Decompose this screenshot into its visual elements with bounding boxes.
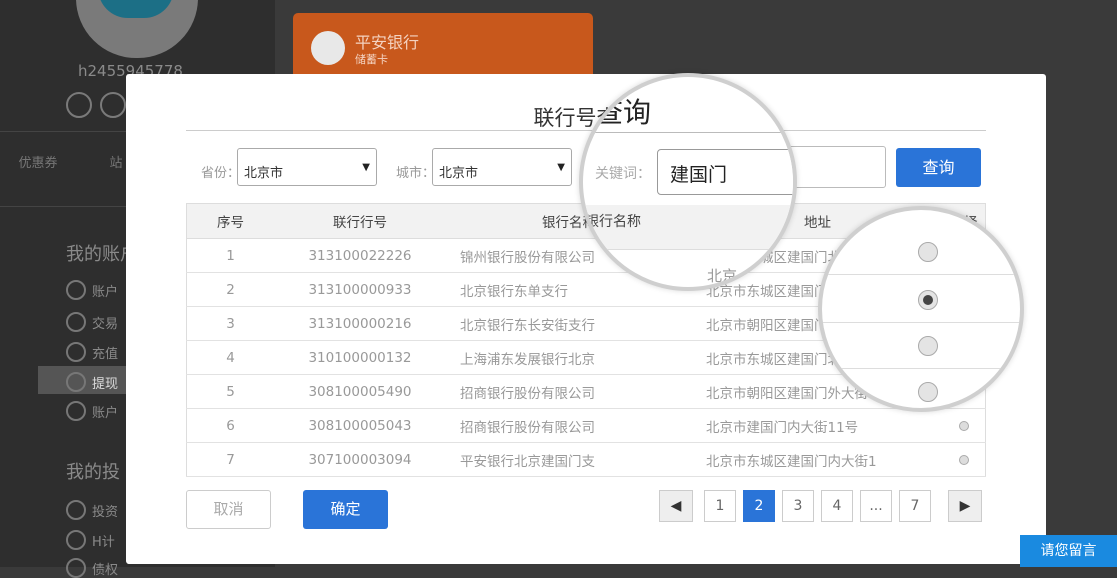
- select-radio[interactable]: [959, 454, 969, 465]
- row-code: 308100005043: [274, 408, 446, 443]
- dropdown-arrow-icon: ▼: [557, 162, 565, 173]
- nav-item-withdraw[interactable]: 提现: [66, 372, 118, 392]
- col-header-no: 序号: [186, 203, 274, 239]
- magnified-title: 查询: [595, 96, 652, 129]
- confirm-button[interactable]: 确定: [303, 490, 388, 529]
- trade-icon: [66, 312, 86, 332]
- recharge-icon: [66, 342, 86, 362]
- magnified-keyword-input: 建国门: [657, 149, 793, 195]
- bank-logo-icon: [311, 31, 345, 65]
- row-no: 5: [186, 374, 274, 409]
- row-bank-name: 招商银行股份有限公司: [446, 408, 692, 443]
- row-code: 313100000216: [274, 306, 446, 341]
- row-bank-name: 上海浦东发展银行北京: [446, 340, 692, 375]
- query-button[interactable]: 查询: [896, 148, 981, 187]
- nav-item-account[interactable]: 账户: [66, 280, 118, 300]
- next-page-button[interactable]: ▶: [948, 490, 982, 522]
- row-code: 310100000132: [274, 340, 446, 375]
- page-ellipsis: ...: [860, 490, 892, 522]
- prev-page-button[interactable]: ◀: [659, 490, 693, 522]
- row-no: 7: [186, 442, 274, 477]
- row-code: 307100003094: [274, 442, 446, 477]
- nav-item-trade[interactable]: 交易: [66, 312, 118, 332]
- page-button-4[interactable]: 4: [821, 490, 853, 522]
- debt-icon: [66, 558, 86, 578]
- bank-card[interactable]: 平安银行 储蓄卡: [293, 13, 593, 83]
- row-bank-name: 北京银行东长安街支行: [446, 306, 692, 341]
- dropdown-arrow-icon: ▼: [362, 162, 370, 173]
- row-address: 北京市建国门内大街11号: [692, 408, 943, 443]
- row-code: 313100022226: [274, 238, 446, 273]
- row-select: [943, 408, 986, 443]
- select-radio[interactable]: [959, 420, 969, 431]
- nav-item-recharge[interactable]: 充值: [66, 342, 118, 362]
- magnified-addr: 北京: [707, 267, 738, 285]
- avatar: [76, 0, 198, 58]
- row-code: 313100000933: [274, 272, 446, 307]
- card-icon[interactable]: [100, 92, 126, 118]
- section-title-invest: 我的投: [66, 462, 120, 483]
- magnified-col-header: 银行名称: [585, 214, 641, 230]
- row-no: 3: [186, 306, 274, 341]
- gear-icon: [66, 401, 86, 421]
- title-divider: [186, 130, 986, 131]
- row-no: 4: [186, 340, 274, 375]
- city-label: 城市：: [396, 166, 436, 181]
- h-icon: [66, 530, 86, 550]
- col-header-code: 联行行号: [274, 203, 446, 239]
- bank-card-name: 平安银行: [355, 33, 420, 52]
- row-bank-name: 平安银行北京建国门支: [446, 442, 692, 477]
- table-row[interactable]: 7 307100003094 平安银行北京建国门支 北京市东城区建国门内大街1: [186, 442, 986, 477]
- page-button-2[interactable]: 2: [743, 490, 775, 522]
- province-label: 省份：: [201, 166, 241, 181]
- page-button-3[interactable]: 3: [782, 490, 814, 522]
- row-bank-name: 招商银行股份有限公司: [446, 374, 692, 409]
- magnified-radio-1: [918, 242, 938, 262]
- user-icons: [66, 92, 126, 118]
- magnifier-keyword: 查询 关键词： 建国门 银行名称 北京: [579, 73, 797, 291]
- user-icon[interactable]: [66, 92, 92, 118]
- modal-title: 联行号查询: [533, 106, 639, 130]
- page-button-7[interactable]: 7: [899, 490, 931, 522]
- magnified-radio-3: [918, 336, 938, 356]
- row-address: 北京市东城区建国门内大街1: [692, 442, 943, 477]
- city-select[interactable]: 北京市 ▼: [432, 148, 572, 186]
- row-no: 6: [186, 408, 274, 443]
- row-select: [943, 442, 986, 477]
- province-select[interactable]: 北京市 ▼: [237, 148, 377, 186]
- magnified-radio-4: [918, 382, 938, 402]
- home-icon: [66, 280, 86, 300]
- nav-item-settings[interactable]: 账户: [66, 401, 118, 421]
- nav-item-invest[interactable]: 投资: [66, 500, 118, 520]
- cancel-button[interactable]: 取消: [186, 490, 271, 529]
- withdraw-icon: [66, 372, 86, 392]
- bank-card-type: 储蓄卡: [355, 53, 388, 66]
- nav-item-h-plan[interactable]: H计: [66, 530, 115, 550]
- page-button-1[interactable]: 1: [704, 490, 736, 522]
- leave-message-button[interactable]: 请您留言: [1020, 535, 1117, 567]
- row-no: 1: [186, 238, 274, 273]
- table-row[interactable]: 6 308100005043 招商银行股份有限公司 北京市建国门内大街11号: [186, 408, 986, 443]
- row-code: 308100005490: [274, 374, 446, 409]
- magnifier-radio: [818, 206, 1024, 412]
- row-no: 2: [186, 272, 274, 307]
- nav-item-debt[interactable]: 债权: [66, 558, 118, 578]
- magnified-keyword-label: 关键词：: [595, 166, 651, 182]
- magnified-radio-2: [918, 290, 938, 310]
- invest-icon: [66, 500, 86, 520]
- promo-item-coupon[interactable]: 优惠券: [8, 152, 68, 171]
